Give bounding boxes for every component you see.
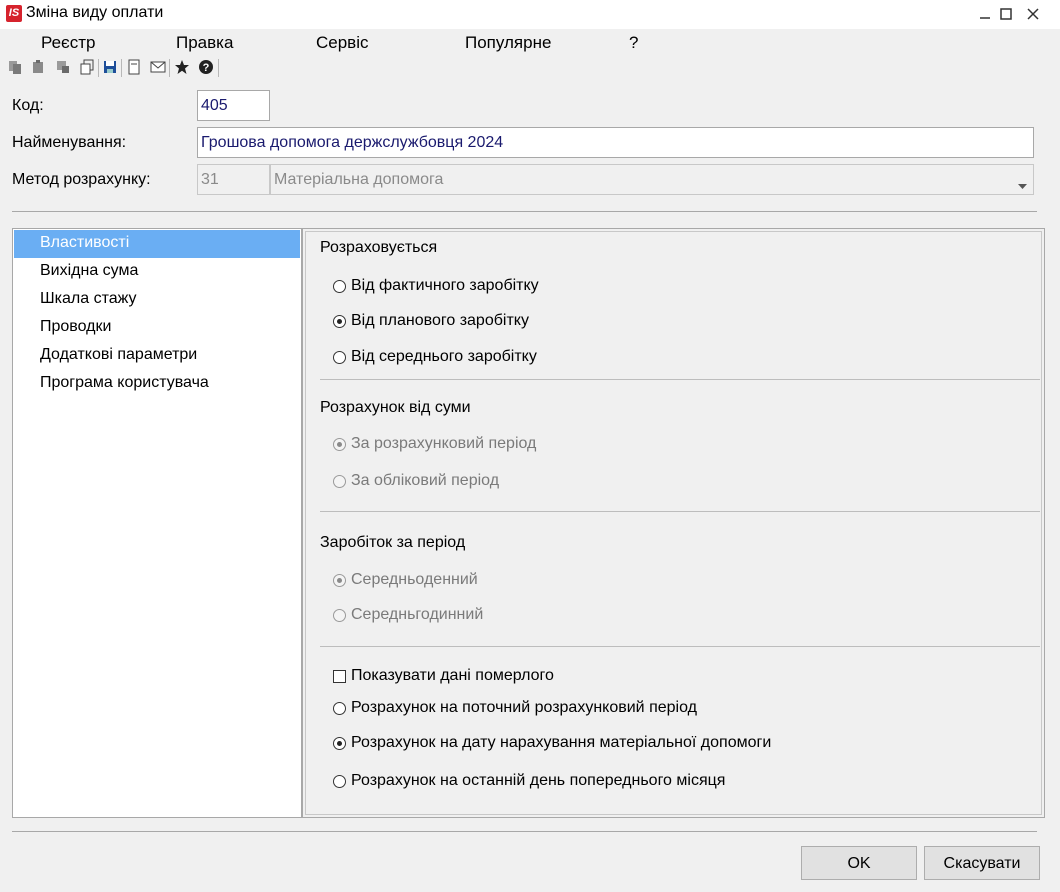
- method-code-input: 31: [197, 164, 270, 195]
- radio-icon: [333, 314, 346, 328]
- nav-item-postings[interactable]: Проводки: [14, 314, 300, 342]
- nav-item-properties[interactable]: Властивості: [14, 230, 300, 258]
- help-icon[interactable]: ?: [197, 58, 215, 76]
- nav-item-output-sum[interactable]: Вихідна сума: [14, 258, 300, 286]
- cut-icon[interactable]: [54, 58, 72, 76]
- radio-label: Від планового заробітку: [351, 312, 529, 329]
- radio-icon: [333, 573, 346, 587]
- name-input[interactable]: Грошова допомога держслужбовця 2024: [197, 127, 1034, 158]
- menu-help[interactable]: ?: [629, 33, 638, 53]
- title-bar: IS Зміна виду оплати: [0, 0, 1060, 29]
- section-divider: [320, 646, 1040, 647]
- method-select-value: Матеріальна допомога: [274, 171, 444, 188]
- properties-nav: Властивості Вихідна сума Шкала стажу Про…: [12, 228, 302, 818]
- radio-planned-earnings[interactable]: Від планового заробітку: [333, 312, 529, 330]
- divider-bottom: [12, 831, 1037, 832]
- mail-icon[interactable]: [149, 58, 167, 76]
- radio-label: Розрахунок на останній день попереднього…: [351, 772, 726, 789]
- cancel-button[interactable]: Скасувати: [924, 846, 1040, 880]
- section-sum-calc-title: Розрахунок від суми: [320, 399, 471, 416]
- copy-icon[interactable]: [6, 58, 24, 76]
- app-logo-icon: IS: [6, 5, 22, 22]
- nav-item-seniority-scale[interactable]: Шкала стажу: [14, 286, 300, 314]
- radio-last-day-prev-month[interactable]: Розрахунок на останній день попереднього…: [333, 772, 725, 790]
- divider-top: [12, 211, 1037, 212]
- radio-daily-average: Середньоденний: [333, 571, 478, 589]
- radio-current-period[interactable]: Розрахунок на поточний розрахунковий пер…: [333, 699, 697, 717]
- properties-panel: Розраховується Від фактичного заробітку …: [302, 228, 1045, 818]
- section-period-earnings-title: Заробіток за період: [320, 534, 466, 551]
- method-select: Матеріальна допомога: [270, 164, 1034, 195]
- checkbox-icon: [333, 669, 346, 683]
- menu-popular[interactable]: Популярне: [465, 33, 551, 53]
- radio-icon: [333, 774, 346, 788]
- radio-hourly-average: Середньгодинний: [333, 606, 483, 624]
- radio-label: За розрахунковий період: [351, 435, 537, 452]
- radio-label: За обліковий період: [351, 472, 500, 489]
- radio-label: Розрахунок на поточний розрахунковий пер…: [351, 699, 697, 716]
- radio-label: Середньоденний: [351, 571, 478, 588]
- section-calculated-title: Розраховується: [320, 239, 438, 256]
- radio-icon: [333, 437, 346, 451]
- radio-accrual-date[interactable]: Розрахунок на дату нарахування матеріаль…: [333, 734, 771, 752]
- save-icon[interactable]: [101, 58, 119, 76]
- method-label: Метод розрахунку:: [12, 171, 151, 188]
- radio-icon: [333, 350, 346, 364]
- radio-label: Середньгодинний: [351, 606, 484, 623]
- chevron-down-icon: [1018, 177, 1027, 194]
- menu-registry[interactable]: Реєстр: [41, 33, 95, 53]
- radio-icon: [333, 279, 346, 293]
- radio-icon: [333, 608, 346, 622]
- nav-item-user-program[interactable]: Програма користувача: [14, 370, 300, 398]
- duplicate-icon[interactable]: [78, 58, 96, 76]
- toolbar: ?: [0, 56, 1060, 80]
- checkbox-deceased-data[interactable]: Показувати дані померлого: [333, 667, 554, 685]
- radio-average-earnings[interactable]: Від середнього заробітку: [333, 348, 537, 366]
- paste-icon[interactable]: [30, 58, 48, 76]
- name-label: Найменування:: [12, 134, 127, 151]
- radio-calc-period: За розрахунковий період: [333, 435, 536, 453]
- window-title: Зміна виду оплати: [26, 4, 164, 21]
- nav-item-additional-params[interactable]: Додаткові параметри: [14, 342, 300, 370]
- svg-text:?: ?: [203, 62, 210, 74]
- checkbox-label: Показувати дані померлого: [351, 667, 554, 684]
- menu-bar: Реєстр Правка Сервіс Популярне ?: [0, 29, 1060, 55]
- radio-label: Від фактичного заробітку: [351, 277, 539, 294]
- menu-edit[interactable]: Правка: [176, 33, 233, 53]
- section-divider: [320, 511, 1040, 512]
- radio-label: Від середнього заробітку: [351, 348, 537, 365]
- maximize-icon[interactable]: [995, 3, 1017, 25]
- menu-service[interactable]: Сервіс: [316, 33, 369, 53]
- star-icon[interactable]: [173, 58, 191, 76]
- radio-label: Розрахунок на дату нарахування матеріаль…: [351, 734, 772, 751]
- minimize-icon[interactable]: [974, 3, 996, 25]
- ok-button[interactable]: OK: [801, 846, 917, 880]
- radio-icon: [333, 736, 346, 750]
- document-icon[interactable]: [125, 58, 143, 76]
- radio-actual-earnings[interactable]: Від фактичного заробітку: [333, 277, 539, 295]
- close-icon[interactable]: [1022, 3, 1044, 25]
- code-input[interactable]: 405: [197, 90, 270, 121]
- radio-accounting-period: За обліковий період: [333, 472, 499, 490]
- section-divider: [320, 379, 1040, 380]
- radio-icon: [333, 701, 346, 715]
- code-label: Код:: [12, 97, 44, 114]
- radio-icon: [333, 474, 346, 488]
